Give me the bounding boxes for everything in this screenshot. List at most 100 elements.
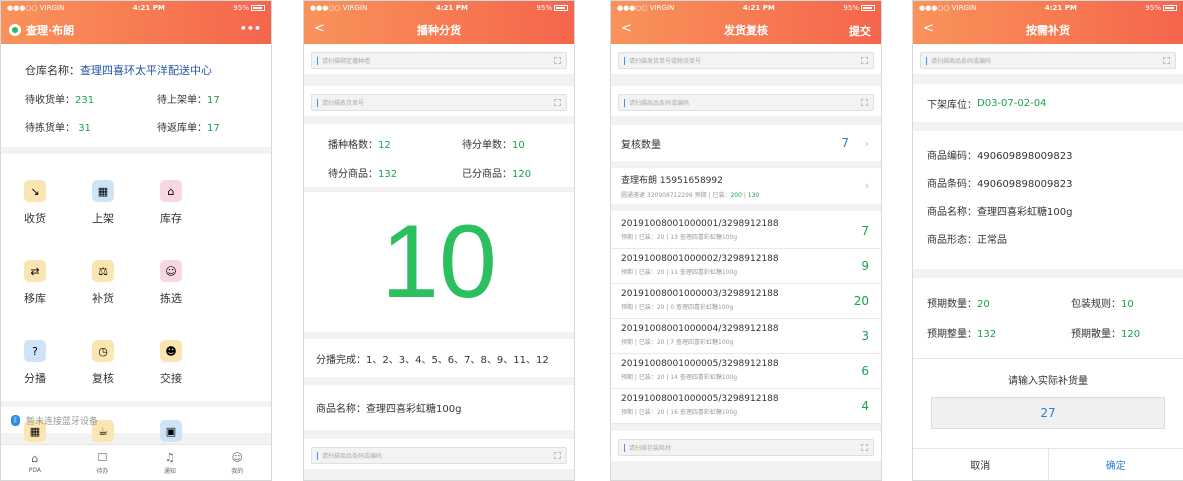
function-grid: ↘收货▦上架⌂库存⇄移库⚖补货☺拣选?分播◷复核☻交接▦盘点☕商品▣订单 (1, 154, 271, 465)
item-code: 20191008001000002/3298912188 (621, 254, 779, 264)
goods-scan-input[interactable]: 请扫描商品条码或编码 (920, 52, 1176, 69)
app-title: 查理·布朗 (26, 23, 75, 37)
battery: 95% (233, 4, 265, 12)
stat-grid-count: 播种格数：12 (328, 140, 391, 151)
order-scan-input[interactable]: 请扫描发货单号或物流单号 (618, 52, 874, 69)
chevron-right-icon: › (864, 136, 869, 150)
scan-icon[interactable] (1163, 57, 1170, 64)
item-sub: 预期 | 已装：20 | 7 查理四喜彩虹糖100g (621, 339, 734, 346)
submit-button[interactable]: 提交 (849, 23, 871, 39)
tab-pda[interactable]: ⌂ PDA (29, 452, 41, 474)
scan-icon[interactable] (861, 444, 868, 451)
grid-item-label: 库存 (160, 212, 182, 225)
screen-replenish: ●●●○○ VIRGIN 4:21 PM 95% < 按需补货 请扫描商品条码或… (912, 0, 1183, 481)
screen-home: ●●●○○ VIRGIN 4:21 PM 95% 查理·布朗 ••• 仓库名称：… (0, 0, 272, 481)
packaging-scan-input[interactable]: 请扫描包装耗材 (618, 439, 874, 456)
replenish-quantity-input[interactable]: 27 (931, 397, 1165, 429)
chevron-right-icon: › (864, 179, 869, 192)
time: 4:21 PM (132, 4, 165, 12)
goods-scan-input[interactable]: 请扫描商品条码或编码 (311, 447, 567, 464)
product-barcode: 商品条码：490609898009823 (927, 179, 1073, 190)
status-bar: ●●●○○ VIRGIN 4:21 PM 95% (913, 1, 1183, 15)
scan-icon[interactable] (861, 57, 868, 64)
battery-icon (860, 5, 875, 11)
customer-row[interactable]: 查理布朗 15951658992 圆通速递 320908712299 预期 | … (611, 168, 881, 204)
seedwall-scan-input[interactable]: 请扫描绑定播种墙 (311, 52, 567, 69)
tab-notify[interactable]: ♫ 通知 (164, 451, 176, 475)
confirm-button[interactable]: 确定 (1049, 449, 1183, 480)
stat-pending-receive[interactable]: 待收货单：231 (25, 91, 157, 106)
grid-item-sort[interactable]: ? 分播 (1, 340, 69, 420)
back-icon[interactable]: < (621, 21, 632, 36)
review-item-row[interactable]: 20191008001000005/3298912188 预期 | 已装：20 |… (611, 354, 881, 389)
item-code: 20191008001000005/3298912188 (621, 394, 779, 404)
item-code: 20191008001000005/3298912188 (621, 359, 779, 369)
item-count: 9 (861, 259, 869, 273)
scan-icon[interactable] (554, 99, 561, 106)
grid-item-label: 交接 (160, 372, 182, 385)
sort-icon: ? (24, 340, 46, 362)
item-code: 20191008001000001/3298912188 (621, 219, 779, 229)
scan-icon[interactable] (861, 99, 868, 106)
back-icon[interactable]: < (923, 21, 934, 36)
dialog-title: 请输入实际补货量 (1008, 376, 1088, 387)
grid-item-handover[interactable]: ☻ 交接 (137, 340, 205, 420)
review-item-row[interactable]: 20191008001000003/3298912188 预期 | 已装：20 |… (611, 284, 881, 319)
stat-pending-pick[interactable]: 待拣货单： 31 (25, 119, 157, 134)
review-icon: ◷ (92, 340, 114, 362)
location-row: 下架库位： D03-07-02-04 (913, 84, 1183, 122)
review-header: ●●●○○ VIRGIN 4:21 PM 95% < 发货复核 提交 (611, 1, 881, 44)
pickorder-scan-input[interactable]: 请扫描拣货单号 (311, 94, 567, 111)
cancel-button[interactable]: 取消 (913, 449, 1049, 480)
grid-item-receive[interactable]: ↘ 收货 (1, 180, 69, 260)
page-title: 按需补货 (1026, 23, 1070, 37)
review-item-row[interactable]: 20191008001000004/3298912188 预期 | 已装：20 |… (611, 319, 881, 354)
grid-item-label: 拣选 (160, 292, 182, 305)
status-bar: ●●●○○ VIRGIN 4:21 PM 95% (611, 1, 881, 15)
page-title: 播种分货 (417, 23, 461, 37)
more-icon[interactable]: ••• (240, 22, 261, 35)
home-nav: 查理·布朗 ••• (1, 15, 271, 44)
review-quantity-value: 7 (841, 136, 849, 150)
tab-me[interactable]: ☺ 我的 (231, 451, 243, 475)
tab-bar: ⌂ PDA ☐ 待办 ♫ 通知 ☺ 我的 (1, 444, 271, 480)
sowing-header: ●●●○○ VIRGIN 4:21 PM 95% < 播种分货 (304, 1, 574, 44)
review-item-row[interactable]: 20191008001000005/3298912188 预期 | 已装：20 |… (611, 389, 881, 424)
stat-sorted-goods: 已分商品：120 (462, 169, 532, 180)
battery-icon (1162, 5, 1177, 11)
warehouse-card: 仓库名称：查理四喜环太平洋配送中心 待收货单：231 待上架单：17 待拣货单：… (1, 44, 271, 147)
item-sub: 预期 | 已装：20 | 13 查理四喜彩虹糖100g (621, 234, 738, 241)
handover-icon: ☻ (160, 340, 182, 362)
status-bar: ●●●○○ VIRGIN 4:21 PM 95% (1, 1, 271, 15)
grid-item-review[interactable]: ◷ 复核 (69, 340, 137, 420)
grid-item-shelf[interactable]: ▦ 上架 (69, 180, 137, 260)
logo-icon (9, 23, 21, 36)
product-info: 商品编码：490609898009823 商品条码：49060989800982… (913, 131, 1183, 269)
product-name: 商品名称：查理四喜彩虹糖100g (927, 207, 1073, 218)
scan-icon[interactable] (554, 452, 561, 459)
grid-item-pick[interactable]: ☺ 拣选 (137, 260, 205, 340)
carrier: ●●●○○ VIRGIN (7, 4, 65, 12)
receive-icon: ↘ (24, 180, 46, 202)
grid-item-replenish[interactable]: ⚖ 补货 (69, 260, 137, 340)
sowing-nav: < 播种分货 (304, 15, 574, 44)
pick-icon: ☺ (160, 260, 182, 282)
screen-sowing: ●●●○○ VIRGIN 4:21 PM 95% < 播种分货 请扫描绑定播种墙… (303, 0, 575, 481)
review-item-row[interactable]: 20191008001000002/3298912188 预期 | 已装：20 |… (611, 249, 881, 284)
grid-item-move[interactable]: ⇄ 移库 (1, 260, 69, 340)
review-item-row[interactable]: 20191008001000001/3298912188 预期 | 已装：20 |… (611, 214, 881, 249)
scan-icon[interactable] (554, 57, 561, 64)
grid-item-inventory[interactable]: ⌂ 库存 (137, 180, 205, 260)
stat-pending-shelve[interactable]: 待上架单：17 (157, 91, 220, 106)
item-code: 20191008001000003/3298912188 (621, 289, 779, 299)
grid-item-label: 分播 (24, 372, 46, 385)
review-quantity-row[interactable]: 复核数量 7 › (611, 125, 881, 161)
stat-pending-return[interactable]: 待返库单：17 (157, 119, 220, 134)
current-slot-number: 10 (381, 203, 497, 320)
goods-scan-input[interactable]: 请扫描商品条码或编码 (618, 94, 874, 111)
tab-todo[interactable]: ☐ 待办 (96, 451, 108, 475)
item-count: 4 (861, 399, 869, 413)
page-title: 发货复核 (724, 23, 768, 37)
review-item-list: 20191008001000001/3298912188 预期 | 已装：20 |… (611, 211, 881, 424)
back-icon[interactable]: < (314, 21, 325, 36)
